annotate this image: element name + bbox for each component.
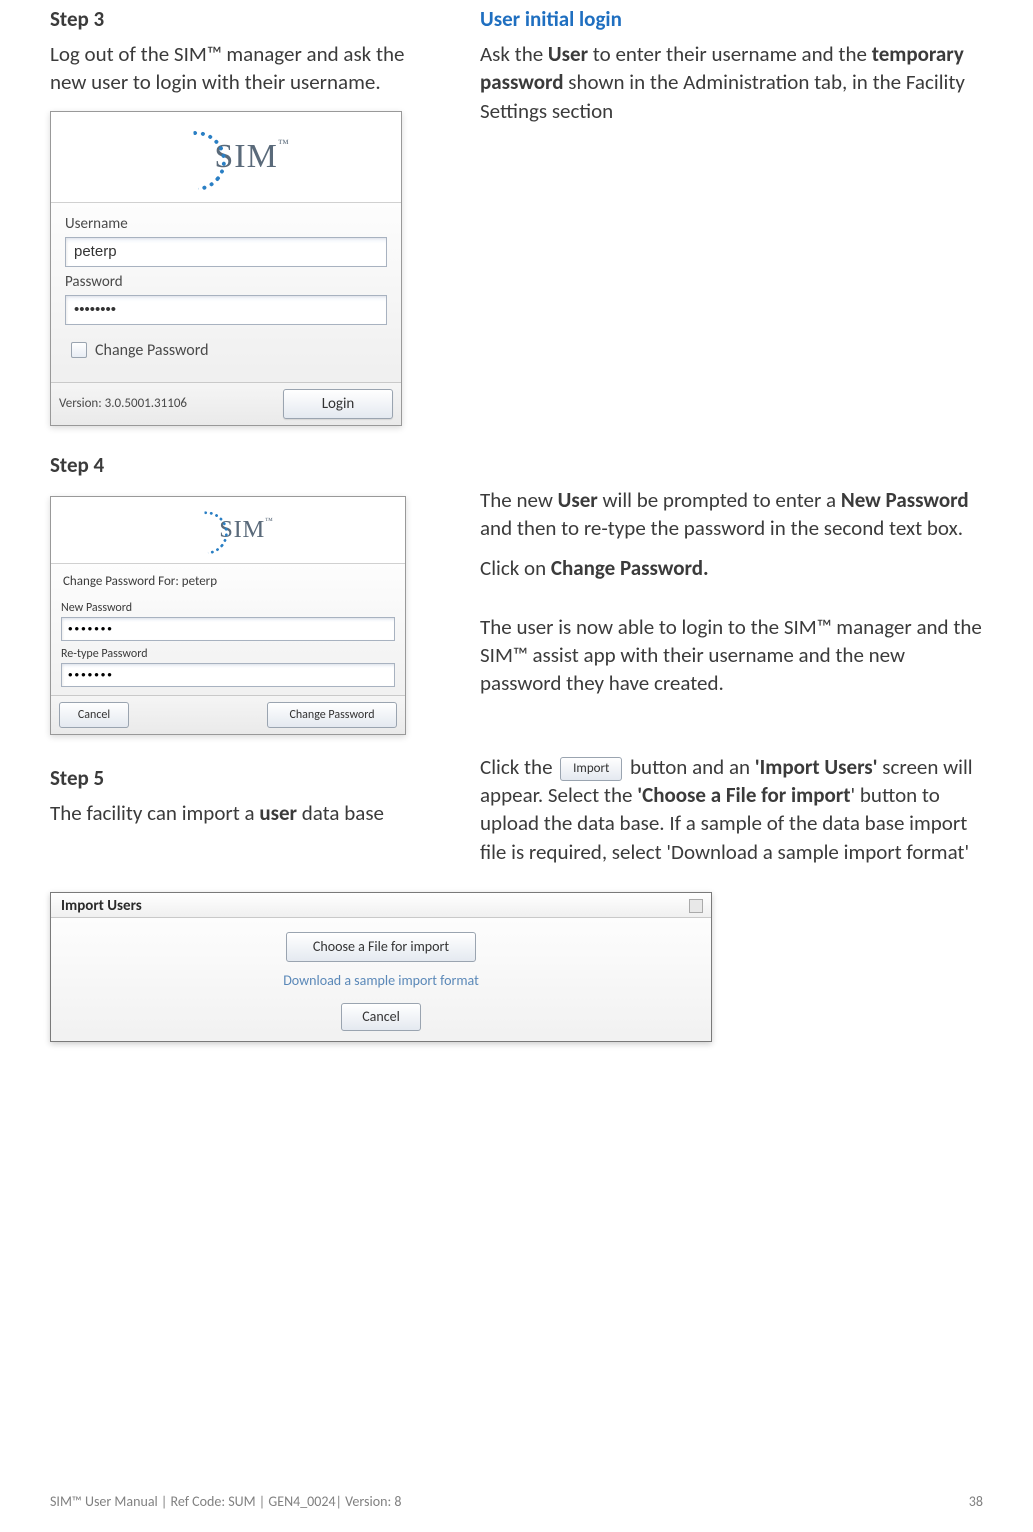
step4-heading: Step 4 [50, 452, 983, 478]
import-users-dialog: Import Users Choose a File for import Do… [50, 892, 712, 1042]
import-users-title: Import Users [61, 897, 142, 915]
step5-heading: Step 5 [50, 765, 440, 791]
new-password-input[interactable] [61, 617, 395, 641]
change-password-dialog: SIM™ Change Password For: peterp New Pas… [50, 496, 406, 735]
import-inline-button[interactable]: Import [560, 757, 622, 781]
user-initial-login-heading: User initial login [480, 6, 983, 32]
password-label: Password [65, 273, 387, 291]
password-input[interactable] [65, 295, 387, 325]
sim-swirl-icon [162, 127, 222, 187]
step3-text: Log out of the SIM™ manager and ask the … [50, 40, 440, 97]
cancel-button[interactable]: Cancel [59, 702, 129, 728]
sim-logo: SIM™ [51, 112, 401, 202]
step4-right-p2: Click on Change Password. [480, 554, 983, 582]
choose-file-button[interactable]: Choose a File for import [286, 932, 476, 962]
version-text: Version: 3.0.5001.31106 [59, 396, 187, 411]
step4-right-p1: The new User will be prompted to enter a… [480, 486, 983, 543]
download-sample-link[interactable]: Download a sample import format [61, 972, 701, 989]
close-icon[interactable] [689, 899, 703, 913]
step5-right-p: Click the Import button and an 'Import U… [480, 753, 983, 866]
import-cancel-button[interactable]: Cancel [341, 1003, 421, 1031]
sim-logo-tm: ™ [278, 138, 290, 150]
sim-swirl-icon [182, 508, 225, 551]
footer-page-number: 38 [969, 1493, 983, 1510]
username-label: Username [65, 215, 387, 233]
step5-left-p: The facility can import a user data base [50, 799, 440, 827]
footer-left: SIM™ User Manual | Ref Code: SUM | GEN4_… [50, 1493, 401, 1510]
retype-password-input[interactable] [61, 663, 395, 687]
login-dialog: SIM™ Username Password Change Password V… [50, 111, 402, 426]
change-password-button[interactable]: Change Password [267, 702, 397, 728]
step4-right-p3: The user is now able to login to the SIM… [480, 613, 983, 698]
username-input[interactable] [65, 237, 387, 267]
step3-heading: Step 3 [50, 6, 440, 32]
change-password-for-label: Change Password For: peterp [61, 568, 395, 595]
change-password-checkbox[interactable] [71, 342, 87, 358]
sim-logo-small: SIM™ [51, 497, 405, 563]
user-initial-login-p1: Ask the User to enter their username and… [480, 40, 983, 125]
retype-password-label: Re-type Password [61, 647, 395, 661]
login-button[interactable]: Login [283, 389, 393, 419]
change-password-checkbox-label: Change Password [95, 341, 209, 360]
new-password-label: New Password [61, 601, 395, 615]
